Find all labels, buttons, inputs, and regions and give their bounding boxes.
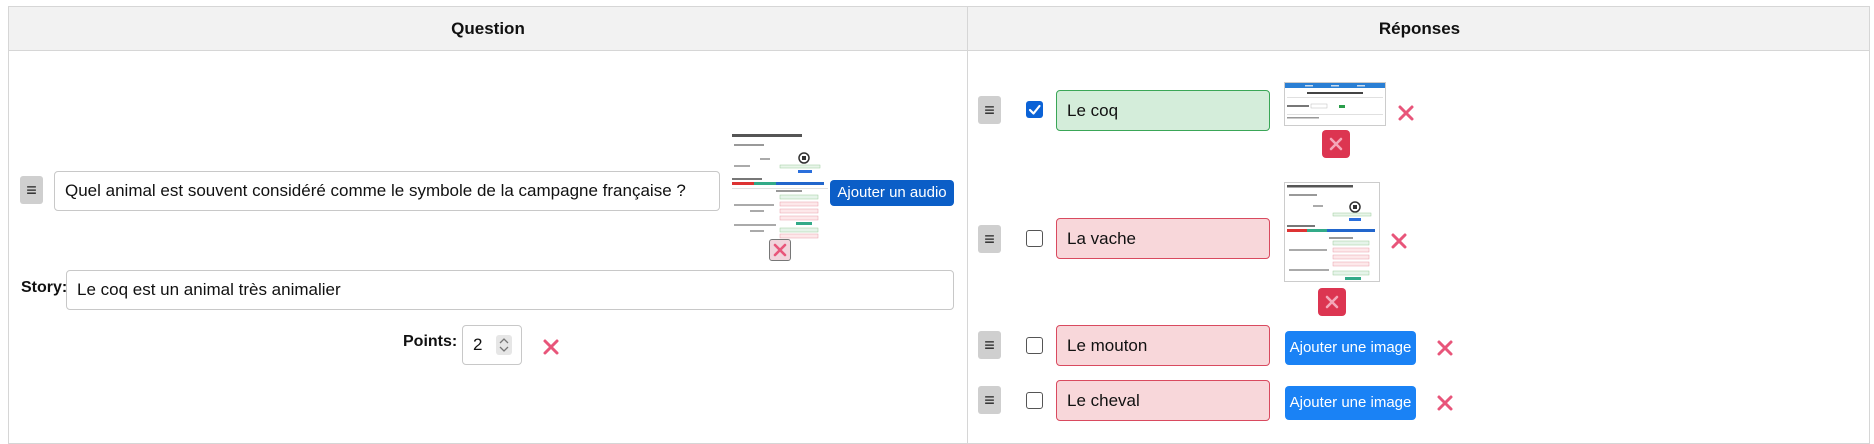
delete-question-image-button[interactable] — [769, 239, 791, 261]
add-audio-button[interactable]: Ajouter un audio — [830, 180, 954, 206]
answer-4-add-image-button[interactable]: Ajouter une image — [1285, 386, 1416, 420]
answer-2-correct-checkbox[interactable] — [1026, 230, 1043, 247]
table-header: Question Réponses — [9, 7, 1869, 51]
story-input[interactable] — [66, 270, 954, 310]
answer-2-drag-handle[interactable]: ≡ — [978, 225, 1001, 253]
close-icon — [773, 243, 787, 257]
stepper-arrows-icon — [499, 338, 509, 352]
drag-handle-icon: ≡ — [984, 390, 995, 410]
check-icon — [1028, 104, 1041, 115]
column-divider — [967, 7, 968, 443]
answer-3-drag-handle[interactable]: ≡ — [978, 331, 1001, 359]
delete-question-icon[interactable] — [541, 337, 561, 357]
delete-answer-2-icon[interactable] — [1389, 231, 1409, 251]
drag-handle-icon: ≡ — [984, 100, 995, 120]
drag-handle-icon: ≡ — [984, 335, 995, 355]
delete-answer-4-icon[interactable] — [1435, 393, 1455, 413]
drag-handle-icon: ≡ — [984, 229, 995, 249]
delete-answer-3-icon[interactable] — [1435, 338, 1455, 358]
question-drag-handle[interactable]: ≡ — [20, 176, 43, 204]
answer-3-correct-checkbox[interactable] — [1026, 337, 1043, 354]
answer-3-add-image-button[interactable]: Ajouter une image — [1285, 331, 1416, 365]
screenshot-thumbnail-icon — [730, 132, 830, 240]
answer-3-input[interactable] — [1056, 325, 1270, 366]
reponses-column-header: Réponses — [1378, 19, 1461, 38]
close-icon — [1325, 295, 1339, 309]
drag-handle-icon: ≡ — [26, 180, 37, 200]
answer-4-input[interactable] — [1056, 380, 1270, 421]
answer-2-image-thumbnail[interactable] — [1284, 182, 1380, 282]
question-text-input[interactable] — [54, 171, 720, 211]
delete-answer-1-icon[interactable] — [1396, 103, 1416, 123]
answer-4-drag-handle[interactable]: ≡ — [978, 386, 1001, 414]
answer-4-correct-checkbox[interactable] — [1026, 392, 1043, 409]
question-image-thumbnail[interactable] — [730, 132, 830, 240]
points-label: Points: — [403, 333, 458, 350]
screenshot-thumbnail-icon — [1285, 83, 1385, 119]
points-value: 2 — [473, 335, 483, 354]
screenshot-thumbnail-icon — [1287, 185, 1375, 280]
delete-answer-1-image-button[interactable] — [1322, 130, 1350, 158]
answer-1-image-thumbnail[interactable] — [1284, 82, 1386, 126]
delete-answer-2-image-button[interactable] — [1318, 288, 1346, 316]
answer-2-input[interactable] — [1056, 218, 1270, 259]
question-column-header: Question — [451, 19, 525, 38]
story-label: Story: — [21, 279, 68, 296]
question-answers-table: Question Réponses — [8, 6, 1870, 444]
points-stepper[interactable] — [496, 335, 512, 355]
answer-1-drag-handle[interactable]: ≡ — [978, 96, 1001, 124]
points-number-input[interactable]: 2 — [462, 325, 522, 365]
answer-1-correct-checkbox[interactable] — [1026, 101, 1043, 118]
answer-1-input[interactable] — [1056, 90, 1270, 131]
close-icon — [1329, 137, 1343, 151]
